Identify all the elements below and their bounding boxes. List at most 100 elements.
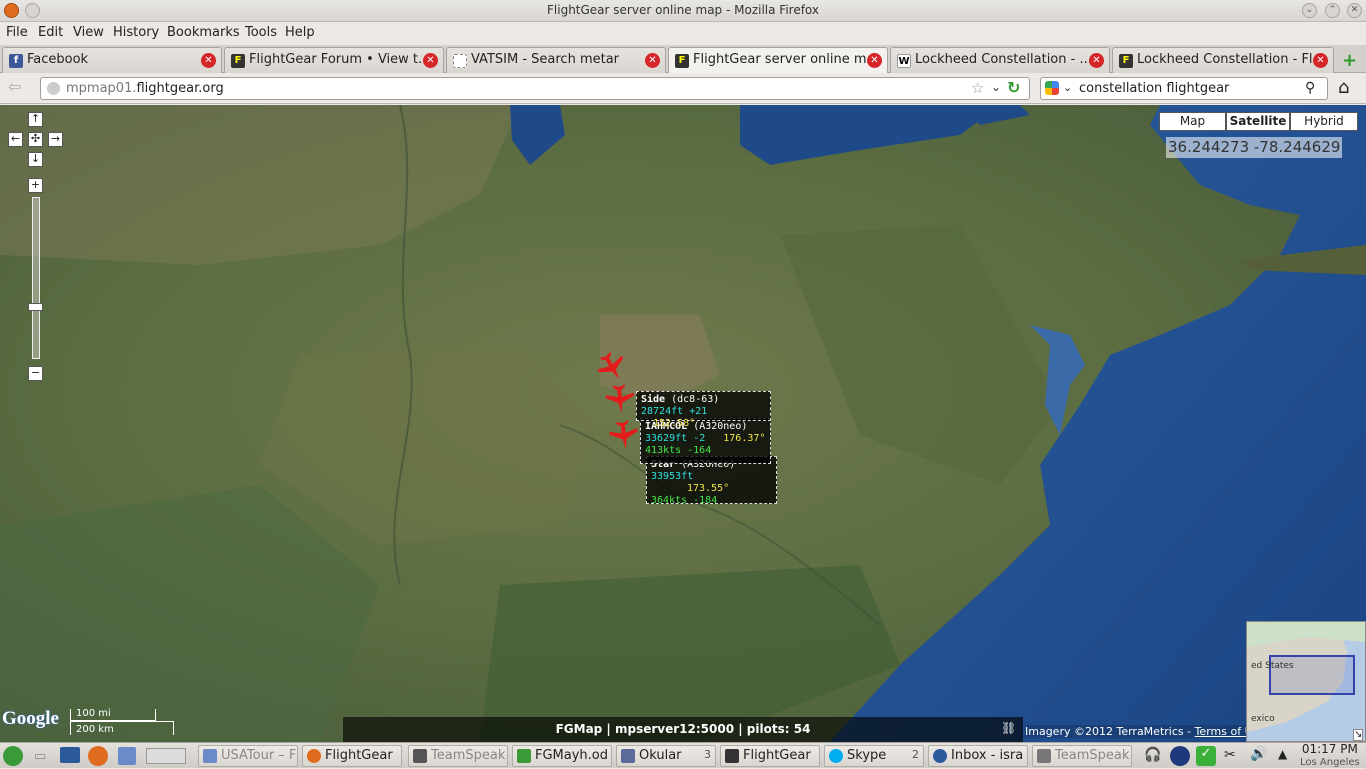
- pan-down-button[interactable]: ↓: [28, 152, 43, 167]
- page-icon: [453, 54, 467, 68]
- taskbar-item-skype[interactable]: Skype 2: [824, 745, 924, 767]
- maximize-icon[interactable]: ⌃: [1325, 3, 1340, 18]
- menu-bookmarks[interactable]: Bookmarks: [167, 25, 240, 40]
- close-tab-icon[interactable]: ✕: [423, 53, 438, 68]
- close-tab-icon[interactable]: ✕: [867, 53, 882, 68]
- flightgear-icon: F: [1119, 54, 1133, 68]
- link-icon[interactable]: ⛓: [1001, 721, 1016, 735]
- collapse-overview-icon[interactable]: ↘: [1353, 729, 1364, 741]
- taskbar-item-teamspeak[interactable]: TeamSpeak: [408, 745, 508, 767]
- tab-label: Lockheed Constellation - ...: [915, 52, 1092, 67]
- kde-menu-icon[interactable]: [3, 746, 23, 766]
- tab-flightgear-map[interactable]: F FlightGear server online m... ✕: [668, 47, 888, 73]
- pan-up-button[interactable]: ↑: [28, 112, 43, 127]
- volume-icon[interactable]: 🔊: [1250, 746, 1267, 762]
- imagery-attribution: Imagery ©2012 TerraMetrics - Terms of Us…: [1025, 725, 1266, 738]
- coordinates-display: 36.244273 -78.244629: [1166, 137, 1343, 158]
- window-icon: [203, 749, 217, 763]
- pager-icon[interactable]: [146, 748, 186, 764]
- tab-facebook[interactable]: f Facebook ✕: [2, 47, 222, 73]
- menu-help[interactable]: Help: [285, 25, 315, 40]
- search-bar[interactable]: ⌄ constellation flightgear ⚲: [1040, 77, 1328, 100]
- firefox-launcher-icon[interactable]: [88, 746, 108, 766]
- menu-history[interactable]: History: [113, 25, 159, 40]
- desktop-icon[interactable]: [60, 747, 80, 763]
- overview-label-mexico: exico: [1251, 714, 1275, 724]
- tab-flightgear-forum[interactable]: F FlightGear Forum • View t... ✕: [224, 47, 444, 73]
- overview-map[interactable]: ed States exico ↘: [1246, 621, 1366, 742]
- minimize-icon[interactable]: ⌄: [1302, 3, 1317, 18]
- zoom-in-button[interactable]: +: [28, 178, 43, 193]
- clock[interactable]: 01:17 PM Los Angeles: [1300, 743, 1360, 769]
- menu-bar: File Edit View History Bookmarks Tools H…: [0, 22, 1366, 44]
- tray-expand-icon[interactable]: ▲: [1278, 747, 1287, 761]
- close-tab-icon[interactable]: ✕: [1089, 53, 1104, 68]
- wikipedia-icon: W: [897, 54, 911, 68]
- close-tab-icon[interactable]: ✕: [1313, 53, 1328, 68]
- map-type-satellite-button[interactable]: Satellite: [1226, 112, 1290, 131]
- close-tab-icon[interactable]: ✕: [645, 53, 660, 68]
- map-type-hybrid-button[interactable]: Hybrid: [1290, 112, 1358, 131]
- tab-constellation-wiki[interactable]: W Lockheed Constellation - ... ✕: [890, 47, 1110, 73]
- zoom-slider-handle[interactable]: [28, 303, 43, 311]
- mail-icon: [933, 749, 947, 763]
- menu-file[interactable]: File: [6, 25, 28, 40]
- url-bar[interactable]: mpmap01.flightgear.org ☆ ⌄ ↻: [40, 77, 1030, 100]
- overview-label-united-states: ed States: [1251, 661, 1294, 671]
- search-engine-dropdown-icon[interactable]: ⌄: [1063, 81, 1072, 94]
- clock-time: 01:17 PM: [1301, 742, 1358, 756]
- taskbar-item-fgmayh[interactable]: FGMayh.od: [512, 745, 612, 767]
- tab-vatsim[interactable]: VATSIM - Search metar ✕: [446, 47, 666, 73]
- menu-tools[interactable]: Tools: [245, 25, 277, 40]
- url-text[interactable]: mpmap01.flightgear.org: [66, 81, 224, 96]
- new-tab-icon[interactable]: +: [1342, 50, 1357, 71]
- tab-label: FlightGear Forum • View t...: [249, 52, 431, 67]
- clipboard-icon[interactable]: ✂: [1224, 747, 1236, 763]
- site-identity-icon[interactable]: [47, 82, 60, 95]
- flightgear-icon: F: [231, 54, 245, 68]
- file-manager-icon[interactable]: [118, 747, 136, 765]
- close-tab-icon[interactable]: ✕: [201, 53, 216, 68]
- aircraft-icon: [609, 420, 638, 449]
- terminal-icon[interactable]: ▭: [34, 749, 46, 764]
- binoculars-icon[interactable]: ⚲: [1305, 80, 1315, 96]
- map-view[interactable]: ↑ ← ✣ → ↓ + − Map Satellite Hybrid 36.24…: [0, 105, 1366, 742]
- google-icon[interactable]: [1045, 81, 1059, 95]
- dropdown-icon[interactable]: ⌄: [991, 80, 1001, 94]
- menu-edit[interactable]: Edit: [38, 25, 63, 40]
- map-type-map-button[interactable]: Map: [1159, 112, 1226, 131]
- bookmark-star-icon[interactable]: ☆: [971, 79, 984, 97]
- firefox-icon: [307, 749, 321, 763]
- aircraft-label-side[interactable]: Side (dc8-63) 28724ft +21 152.58°: [636, 391, 771, 429]
- tab-label: VATSIM - Search metar: [471, 52, 620, 67]
- pan-left-button[interactable]: ←: [8, 132, 23, 147]
- teamspeak-icon: [1037, 749, 1051, 763]
- taskbar-item-flightgear-sim[interactable]: FlightGear: [720, 745, 820, 767]
- taskbar-item-flightgear[interactable]: FlightGear: [302, 745, 402, 767]
- server-status-bar: FGMap | mpserver12:5000 | pilots: 54: [343, 717, 1023, 742]
- pan-center-button[interactable]: ✣: [28, 132, 43, 147]
- network-icon[interactable]: [1170, 746, 1190, 766]
- search-input[interactable]: constellation flightgear: [1079, 81, 1229, 96]
- aircraft-icon: [597, 351, 624, 380]
- tab-bar: f Facebook ✕ F FlightGear Forum • View t…: [0, 45, 1366, 73]
- zoom-slider-track[interactable]: [32, 197, 40, 359]
- scale-label-km: 200 km: [76, 724, 114, 735]
- taskbar-item-inbox[interactable]: Inbox - isra: [928, 745, 1028, 767]
- zoom-out-button[interactable]: −: [28, 366, 43, 381]
- scale-label-miles: 100 mi: [76, 708, 111, 719]
- headset-icon[interactable]: 🎧: [1144, 747, 1161, 763]
- home-icon[interactable]: ⌂: [1338, 77, 1349, 98]
- pan-right-button[interactable]: →: [48, 132, 63, 147]
- menu-view[interactable]: View: [73, 25, 104, 40]
- taskbar-item-teamspeak-2[interactable]: TeamSpeak: [1032, 745, 1132, 767]
- window-title: FlightGear server online map - Mozilla F…: [547, 3, 819, 17]
- updates-icon[interactable]: ✓: [1196, 746, 1216, 766]
- tab-constellation-fg[interactable]: F Lockheed Constellation - Fl... ✕: [1112, 47, 1334, 73]
- reload-icon[interactable]: ↻: [1007, 78, 1020, 97]
- close-window-icon[interactable]: ✕: [1347, 3, 1362, 18]
- back-icon[interactable]: ⇦: [8, 77, 21, 96]
- taskbar-item-usatour[interactable]: USATour – F: [198, 745, 298, 767]
- terminal-icon: [413, 749, 427, 763]
- taskbar-item-okular[interactable]: Okular 3: [616, 745, 716, 767]
